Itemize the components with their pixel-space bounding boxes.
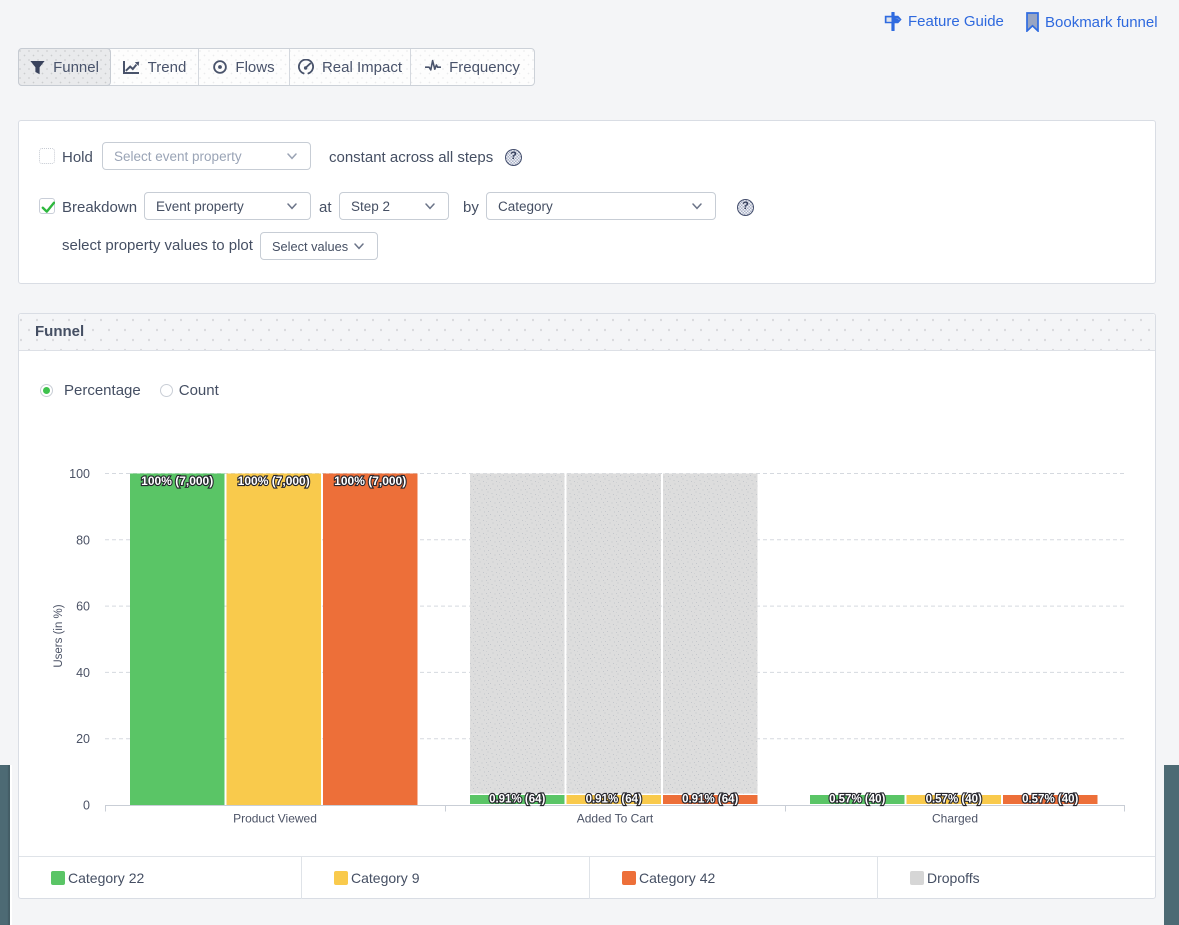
svg-text:0.57% (40): 0.57% (40) [829,794,885,806]
svg-text:100: 100 [69,467,90,481]
svg-text:100% (7,000): 100% (7,000) [238,474,310,488]
svg-text:Charged: Charged [932,812,978,826]
svg-text:80: 80 [76,533,90,547]
svg-text:0.91% (64): 0.91% (64) [489,794,545,806]
svg-text:0.91% (64): 0.91% (64) [682,794,738,806]
svg-text:60: 60 [76,600,90,614]
svg-text:0.91% (64): 0.91% (64) [586,794,642,806]
svg-text:40: 40 [76,666,90,680]
svg-text:100% (7,000): 100% (7,000) [141,474,213,488]
svg-text:Users (in %): Users (in %) [53,604,65,667]
svg-text:0.57% (40): 0.57% (40) [1022,794,1078,806]
svg-text:100% (7,000): 100% (7,000) [334,474,406,488]
svg-text:Added To Cart: Added To Cart [577,812,654,826]
svg-text:Product Viewed: Product Viewed [233,812,317,826]
svg-text:0.57% (40): 0.57% (40) [926,794,982,806]
svg-text:20: 20 [76,732,90,746]
svg-text:0: 0 [83,799,90,813]
